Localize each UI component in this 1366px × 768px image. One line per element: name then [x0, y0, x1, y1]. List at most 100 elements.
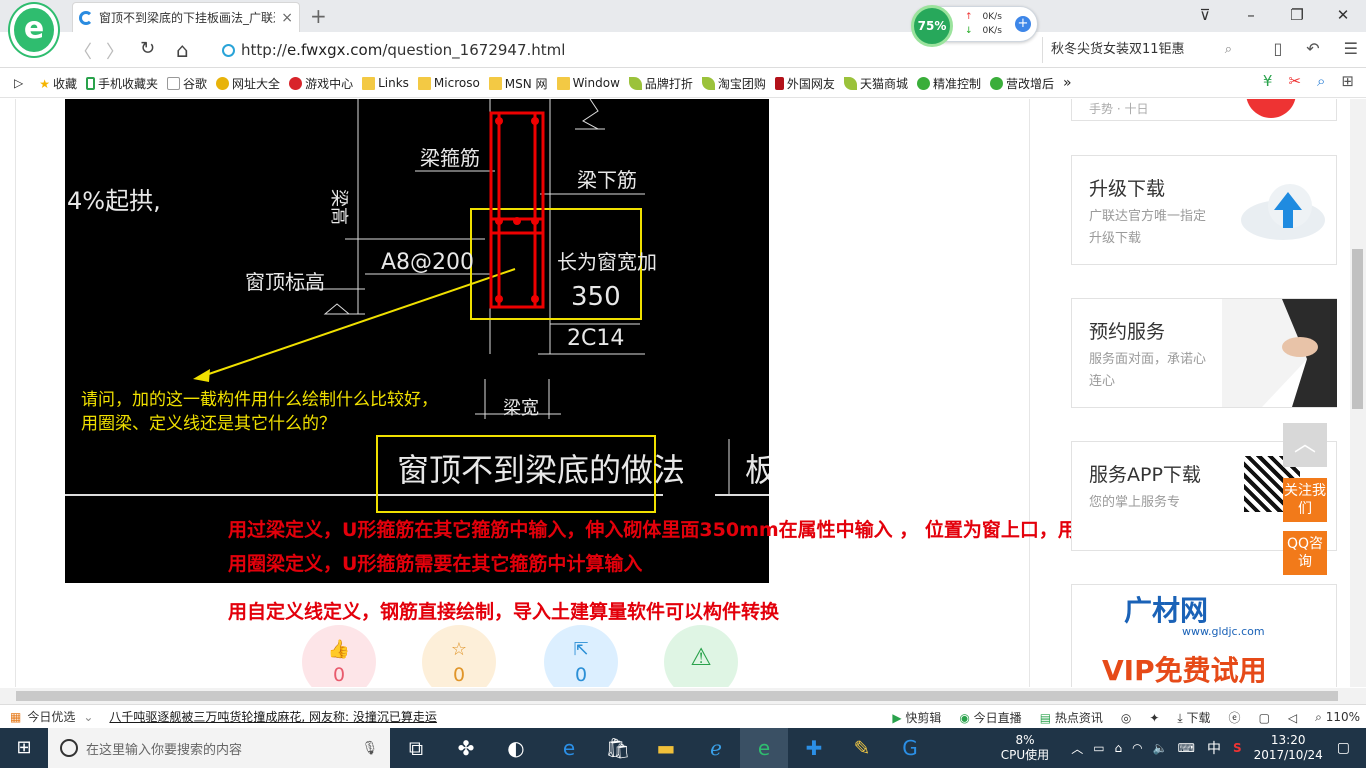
fav-item-site-nav[interactable]: 网址大全	[216, 75, 280, 92]
edge-icon[interactable]: e	[545, 728, 593, 768]
sidebar-card-ad[interactable]: 广材网 www.gldjc.com VIP免费试用	[1071, 584, 1337, 687]
cpu-usage[interactable]: 8% CPU使用	[1001, 733, 1049, 763]
maximize-button[interactable]: ❐	[1274, 0, 1320, 32]
back-button[interactable]: 〈	[74, 38, 92, 64]
fav-item-msn[interactable]: MSN 网	[488, 75, 548, 92]
app-title: 服务APP下载	[1089, 464, 1201, 486]
refresh-button[interactable]: ↻	[140, 38, 155, 59]
tab-active[interactable]: 窗顶不到梁底的下挂板画法_广联达 ×	[72, 2, 300, 32]
battery-icon[interactable]: ▭	[1093, 741, 1104, 755]
shield-icon[interactable]: ¥	[1263, 72, 1273, 90]
pin-icon[interactable]: ✦	[1149, 711, 1159, 725]
site-info-icon[interactable]	[222, 43, 235, 57]
home-button[interactable]: ⌂	[176, 38, 189, 62]
ie-icon[interactable]: ℯ	[692, 728, 740, 768]
speed-plus-icon[interactable]: +	[1015, 16, 1031, 32]
search-icon[interactable]: ⌕	[1225, 37, 1232, 63]
mobile-icon[interactable]: ▯	[1273, 39, 1282, 58]
horizontal-scrollbar[interactable]	[0, 688, 1366, 704]
fav-item-foreign[interactable]: 外国网友	[774, 75, 835, 92]
zoom-level[interactable]: ⌕ 110%	[1315, 710, 1360, 725]
window-icon[interactable]: ▢	[1259, 711, 1270, 725]
news-ticker-link[interactable]: 八千吨驱逐舰被三万吨货轮撞成麻花, 网友称: 没撞沉已算走运	[109, 708, 437, 725]
cross-app-icon[interactable]: ✚	[790, 728, 838, 768]
sidebar-toggle-icon[interactable]: ▷	[14, 76, 23, 90]
follow-button[interactable]: 关注我们	[1283, 478, 1327, 522]
task-view-icon[interactable]: ⧉	[392, 728, 440, 768]
speed-widget[interactable]: 75% ↑ 0K/s ↓ 0K/s +	[911, 5, 1038, 47]
g-app-icon[interactable]: G	[886, 728, 934, 768]
scissors-icon[interactable]: ✂	[1288, 72, 1301, 90]
fav-item-vat[interactable]: 营改增后	[989, 75, 1054, 92]
apps-icon[interactable]: ⊞	[1341, 72, 1354, 90]
report-button[interactable]: ⚠	[664, 625, 738, 687]
like-button[interactable]: 👍 0	[302, 625, 376, 687]
notes-icon[interactable]: ✎	[838, 728, 886, 768]
windows-start-button[interactable]: ⊞	[0, 728, 48, 768]
share-count: 0	[574, 664, 588, 686]
wifi-icon[interactable]: ◠	[1132, 741, 1142, 755]
fav-more-icon[interactable]: »	[1063, 75, 1072, 91]
undo-icon[interactable]: ↶	[1306, 39, 1319, 58]
scroll-thumb[interactable]	[1352, 249, 1363, 409]
status-item-news[interactable]: ▤ 热点资讯	[1040, 709, 1103, 726]
fav-item-microsoft[interactable]: Microso	[417, 76, 480, 90]
fav-item-game[interactable]: 游戏中心	[289, 75, 353, 92]
status-item-clip[interactable]: ▶ 快剪辑	[892, 709, 941, 726]
fav-item-precise[interactable]: 精准控制	[916, 75, 981, 92]
scroll-thumb[interactable]	[16, 691, 1338, 701]
file-explorer-icon[interactable]: ▬	[642, 728, 690, 768]
close-tab-icon[interactable]: ×	[281, 10, 293, 26]
status-item-live[interactable]: ◉ 今日直播	[959, 709, 1021, 726]
clock[interactable]: 13:20 2017/10/24	[1254, 733, 1323, 763]
favorite-button[interactable]: ☆ 0	[422, 625, 496, 687]
appointment-sub: 服务面对面，承诺心连心	[1089, 352, 1207, 389]
taskbar-search[interactable]: 在这里输入你要搜索的内容 🎙	[48, 728, 390, 768]
ie-mode-icon[interactable]: ⓔ	[1229, 709, 1241, 726]
today-picks[interactable]: 今日优选	[27, 708, 75, 725]
back-to-top-button[interactable]: ︿	[1283, 423, 1327, 467]
qq-consult-button[interactable]: QQ咨询	[1283, 531, 1327, 575]
fav-item-links[interactable]: Links	[362, 76, 409, 90]
fan-app-icon[interactable]: ✤	[442, 728, 490, 768]
fav-item-google[interactable]: 谷歌	[167, 75, 207, 92]
new-tab-button[interactable]: +	[310, 4, 327, 28]
fav-item-mobile[interactable]: 手机收藏夹	[86, 75, 158, 92]
ime-indicator[interactable]: 中	[1207, 738, 1221, 758]
zoom-icon[interactable]: ⌕	[1317, 72, 1325, 90]
volume-icon[interactable]: 🔈	[1153, 741, 1168, 755]
fav-item-taobao[interactable]: 淘宝团购	[701, 75, 766, 92]
fav-item-tmall[interactable]: 天猫商城	[843, 75, 908, 92]
notification-icon[interactable]: ▢	[1337, 740, 1350, 756]
minimize-button[interactable]: –	[1228, 0, 1274, 32]
url-field[interactable]: http://e.fwxgx.com/question_1672947.html	[222, 39, 1032, 61]
browser-alt-icon[interactable]: ◐	[492, 728, 540, 768]
close-window-button[interactable]: ✕	[1320, 0, 1366, 32]
store-icon[interactable]: 🛍	[594, 728, 642, 768]
share-button[interactable]: ⇱ 0	[544, 625, 618, 687]
keyboard-icon[interactable]: ⌨	[1178, 741, 1195, 755]
fav-item-brand[interactable]: 品牌打折	[628, 75, 693, 92]
fav-item-favorites[interactable]: ★ 收藏	[39, 75, 77, 92]
speed-icon[interactable]: ◎	[1121, 711, 1131, 725]
browser-logo-icon[interactable]: e	[10, 4, 58, 56]
sidebar-card-appointment[interactable]: 预约服务 服务面对面，承诺心连心	[1071, 298, 1337, 408]
sidebar-card-top[interactable]: 手势 · 十日	[1071, 99, 1337, 121]
chevron-down-icon[interactable]: ⌄	[83, 710, 93, 724]
pin-button[interactable]: ⊽	[1182, 0, 1228, 32]
vertical-scrollbar[interactable]	[1350, 99, 1366, 687]
sogou-icon[interactable]: S	[1233, 741, 1242, 755]
answer-line-3: 用自定义线定义，钢筋直接绘制，导入土建算量软件可以构件转换	[228, 601, 780, 623]
menu-icon[interactable]: ☰	[1344, 39, 1358, 58]
forward-button[interactable]: 〉	[106, 38, 124, 64]
status-download[interactable]: ⤓ 下载	[1177, 709, 1210, 726]
sound-icon[interactable]: ◁	[1288, 711, 1297, 725]
sidebar-card-upgrade[interactable]: 升级下载 广联达官方唯一指定升级下载	[1071, 155, 1337, 265]
fav-item-windows[interactable]: Window	[556, 76, 620, 90]
chevron-up-icon[interactable]: ︿	[1071, 740, 1083, 757]
search-box[interactable]: 秋冬尖货女装双11钜惠 ⌕	[1042, 37, 1244, 63]
network-icon[interactable]: ⌂	[1115, 741, 1123, 755]
microphone-icon[interactable]: 🎙	[361, 741, 378, 756]
arrow-down-icon: ↓	[965, 26, 973, 36]
green-browser-icon[interactable]: e	[740, 728, 788, 768]
